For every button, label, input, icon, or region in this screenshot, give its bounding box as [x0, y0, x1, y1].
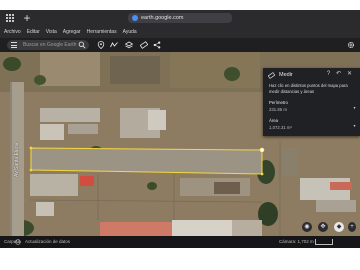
layers-icon[interactable]: [125, 41, 133, 49]
ruler-icon: [268, 72, 275, 79]
url-text: earth.google.com: [141, 15, 184, 21]
camera-altitude-text: Cámara: 1,702 m: [279, 239, 314, 244]
path-icon[interactable]: [110, 41, 118, 49]
road-label: Av Santa Elena: [14, 142, 20, 177]
address-bar[interactable]: earth.google.com: [128, 13, 232, 23]
browser-tab-bar: + earth.google.com: [0, 10, 360, 26]
perimeter-value: 231.85 m: [269, 107, 287, 112]
tilt-3d-icon[interactable]: ◆: [334, 222, 344, 232]
settings-icon[interactable]: [347, 41, 355, 49]
menu-editar[interactable]: Editar: [27, 29, 40, 35]
perimeter-unit-dropdown-icon[interactable]: ▾: [352, 105, 357, 110]
menu-agregar[interactable]: Agregar: [63, 29, 81, 35]
data-update-text[interactable]: Actualización de datos: [25, 236, 70, 248]
search-input[interactable]: Buscar en Google Earth: [23, 40, 76, 50]
scale-bar: [315, 239, 333, 245]
compass-icon[interactable]: ✥: [318, 222, 328, 232]
ruler-tool-icon[interactable]: [140, 41, 148, 49]
perimeter-label: Perímetro: [269, 100, 288, 105]
status-bar: Carpeta Actualización de datos Cámara: 1…: [0, 236, 360, 248]
undo-icon[interactable]: ↶: [335, 71, 342, 78]
help-icon[interactable]: ?: [325, 71, 332, 78]
site-favicon-icon: [132, 15, 138, 21]
tab-overview-icon[interactable]: [6, 14, 14, 22]
share-icon[interactable]: [153, 41, 161, 49]
new-tab-icon[interactable]: +: [21, 12, 33, 24]
measure-instructions: Haz clic en distintos puntos del mapa pa…: [269, 83, 348, 94]
area-value: 1,072.31 m²: [269, 125, 292, 130]
browser-window: + earth.google.com Archivo Editar Vista …: [0, 10, 360, 248]
hamburger-menu-icon[interactable]: [11, 42, 17, 48]
menu-archivo[interactable]: Archivo: [4, 29, 21, 35]
area-unit-dropdown-icon[interactable]: ▾: [352, 123, 357, 128]
street-view-icon[interactable]: ◉: [302, 222, 312, 232]
close-icon[interactable]: ✕: [346, 71, 353, 78]
search-icon[interactable]: [78, 41, 86, 49]
globe-icon: [15, 239, 21, 245]
area-label: Área: [269, 118, 279, 123]
search-box[interactable]: Buscar en Google Earth: [7, 40, 89, 50]
earth-toolbar: Buscar en Google Earth: [0, 38, 360, 52]
menu-vista[interactable]: Vista: [46, 29, 57, 35]
menu-herramientas[interactable]: Herramientas: [87, 29, 117, 35]
measure-panel: Medir ? ↶ ✕ Haz clic en distintos puntos…: [263, 68, 360, 136]
menu-ayuda[interactable]: Ayuda: [123, 29, 137, 35]
map-pin-icon[interactable]: [97, 41, 105, 49]
app-menu-bar: Archivo Editar Vista Agregar Herramienta…: [0, 26, 360, 38]
measure-panel-title: Medir: [279, 72, 293, 78]
zoom-icon[interactable]: +: [348, 222, 356, 232]
